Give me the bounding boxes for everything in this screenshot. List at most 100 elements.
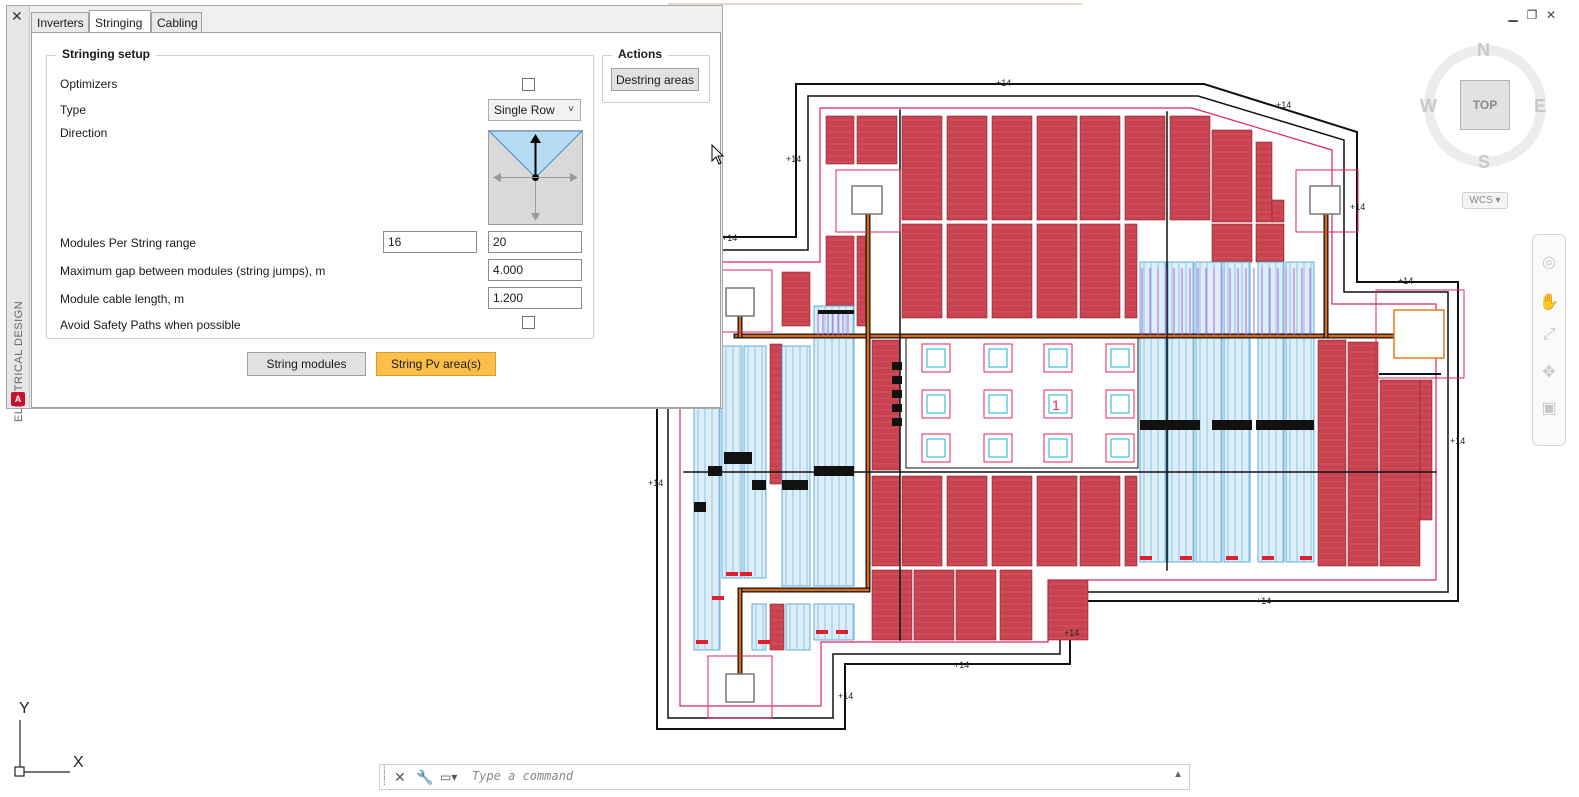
cable-length-input[interactable]: 1.200 bbox=[488, 287, 582, 309]
dimension-mark: +14 bbox=[996, 78, 1011, 88]
pv-block-red bbox=[1079, 223, 1121, 319]
station-box-inner bbox=[926, 348, 946, 368]
pv-block-blue bbox=[813, 603, 855, 641]
close-icon[interactable]: ✕ bbox=[394, 768, 406, 786]
direction-selector[interactable] bbox=[487, 130, 584, 225]
viewcube-top-face[interactable]: TOP bbox=[1460, 80, 1510, 130]
electrical-design-palette: ✕ ELECTRICAL DESIGN A Inverters Stringin… bbox=[6, 5, 723, 422]
close-icon[interactable]: ✕ bbox=[1544, 8, 1558, 22]
block-number-label: 1 bbox=[1052, 397, 1060, 413]
pv-block-red bbox=[1124, 475, 1138, 567]
pv-block-blue bbox=[813, 305, 855, 587]
cable-length-label: Module cable length, m bbox=[60, 292, 185, 306]
inverter-marker bbox=[818, 310, 854, 314]
minimize-icon[interactable]: ▁ bbox=[1506, 8, 1520, 22]
station-box-inner bbox=[988, 394, 1008, 414]
string-end-tag bbox=[1140, 556, 1152, 560]
avoid-paths-checkbox[interactable] bbox=[522, 316, 535, 329]
modules-range-label: Modules Per String range bbox=[60, 236, 197, 250]
drag-handle-icon[interactable]: ⁞ ⁞ ⁞ bbox=[383, 766, 389, 788]
inverter-marker bbox=[892, 362, 902, 370]
string-end-tag bbox=[696, 640, 708, 644]
max-gap-label: Maximum gap between modules (string jump… bbox=[60, 264, 326, 278]
compass-south[interactable]: S bbox=[1478, 152, 1490, 173]
dimension-mark: +14 bbox=[954, 660, 969, 670]
dimension-mark: +14 bbox=[1256, 596, 1271, 606]
optimizers-checkbox[interactable] bbox=[522, 78, 535, 91]
showmotion-icon[interactable]: ▣ bbox=[1539, 399, 1559, 419]
inverter-marker bbox=[1256, 420, 1314, 430]
stringing-tab-panel: Stringing setup Optimizers Type Single R… bbox=[31, 32, 721, 408]
tab-inverters[interactable]: Inverters bbox=[31, 12, 89, 32]
palette-title-strip[interactable]: ✕ ELECTRICAL DESIGN A bbox=[7, 6, 30, 422]
inverter-marker bbox=[724, 452, 752, 464]
command-history-icon[interactable]: ▭▾ bbox=[440, 768, 457, 786]
station-box-inner bbox=[1048, 438, 1068, 458]
pv-block-blue bbox=[785, 603, 811, 651]
string-end-tag bbox=[726, 572, 738, 576]
inverter-marker bbox=[892, 418, 902, 426]
command-input[interactable]: Type a command bbox=[472, 769, 573, 783]
dimension-mark: +14 bbox=[722, 233, 737, 243]
type-select[interactable]: Single Row ˅ bbox=[488, 99, 581, 121]
pv-block-red bbox=[1271, 199, 1285, 223]
pv-block-red bbox=[769, 603, 785, 651]
ucs-dropdown[interactable]: WCS ▾ bbox=[1462, 192, 1508, 209]
inverter-station-area bbox=[905, 337, 1139, 469]
destring-areas-button[interactable]: Destring areas bbox=[611, 68, 699, 91]
pv-block-red bbox=[955, 569, 997, 641]
close-icon[interactable]: ✕ bbox=[11, 8, 23, 25]
station-box-inner bbox=[1110, 348, 1130, 368]
restore-icon[interactable]: ❐ bbox=[1525, 8, 1539, 22]
station-box-inner bbox=[1048, 348, 1068, 368]
tab-cabling[interactable]: Cabling bbox=[151, 12, 202, 32]
dimension-mark: +14 bbox=[1276, 100, 1291, 110]
string-pv-areas-button[interactable]: String Pv area(s) bbox=[376, 352, 496, 376]
orbit-icon[interactable]: ✥ bbox=[1539, 363, 1559, 383]
pv-block-red bbox=[825, 115, 855, 165]
stringing-setup-title: Stringing setup bbox=[56, 47, 156, 61]
direction-arrows-icon bbox=[487, 130, 584, 221]
station-box-inner bbox=[926, 438, 946, 458]
ucs-y-label: Y bbox=[19, 700, 30, 717]
inverter-marker bbox=[892, 404, 902, 412]
autocad-logo-icon: A bbox=[11, 392, 25, 406]
chevron-down-icon: ˅ bbox=[568, 104, 574, 115]
pv-block-red bbox=[871, 569, 913, 641]
modules-min-input[interactable]: 16 bbox=[383, 231, 477, 253]
pv-block-red bbox=[856, 115, 898, 165]
compass-east[interactable]: E bbox=[1534, 96, 1546, 117]
customize-wrench-icon[interactable]: 🔧 bbox=[416, 768, 433, 786]
type-select-value: Single Row bbox=[494, 103, 555, 117]
inverter-marker bbox=[694, 502, 706, 512]
ucs-label: WCS bbox=[1469, 195, 1493, 206]
chevron-up-icon[interactable]: ▲ bbox=[1173, 769, 1183, 780]
inverter-marker bbox=[1140, 420, 1200, 430]
type-label: Type bbox=[60, 103, 87, 117]
avoid-paths-label: Avoid Safety Paths when possible bbox=[60, 318, 241, 332]
pv-block-red bbox=[1036, 475, 1078, 567]
inverter-marker bbox=[1212, 420, 1252, 430]
compass-west[interactable]: W bbox=[1420, 96, 1437, 117]
modules-max-input[interactable]: 20 bbox=[488, 231, 582, 253]
max-gap-input[interactable]: 4.000 bbox=[488, 259, 582, 281]
zoom-icon[interactable]: ⤢ bbox=[1539, 325, 1559, 345]
pv-block-red bbox=[901, 223, 943, 319]
dimension-mark: +14 bbox=[1064, 628, 1079, 638]
station-box-inner bbox=[926, 394, 946, 414]
pan-icon[interactable]: ✋ bbox=[1539, 293, 1559, 313]
string-end-tag bbox=[836, 630, 848, 634]
dimension-mark: +14 bbox=[1398, 276, 1413, 286]
tab-stringing[interactable]: Stringing bbox=[89, 10, 151, 32]
inverter-marker bbox=[892, 390, 902, 398]
dimension-mark: +14 bbox=[1450, 436, 1465, 446]
compass-north[interactable]: N bbox=[1477, 40, 1490, 61]
string-modules-button[interactable]: String modules bbox=[247, 352, 366, 376]
string-end-tag bbox=[740, 572, 752, 576]
string-end-tag bbox=[712, 596, 724, 600]
string-end-tag bbox=[1300, 556, 1312, 560]
chevron-down-icon: ▾ bbox=[1495, 195, 1501, 206]
steering-wheel-icon[interactable]: ◎ bbox=[1539, 253, 1559, 273]
inverter-marker bbox=[814, 466, 854, 476]
inverter-marker bbox=[782, 480, 808, 490]
